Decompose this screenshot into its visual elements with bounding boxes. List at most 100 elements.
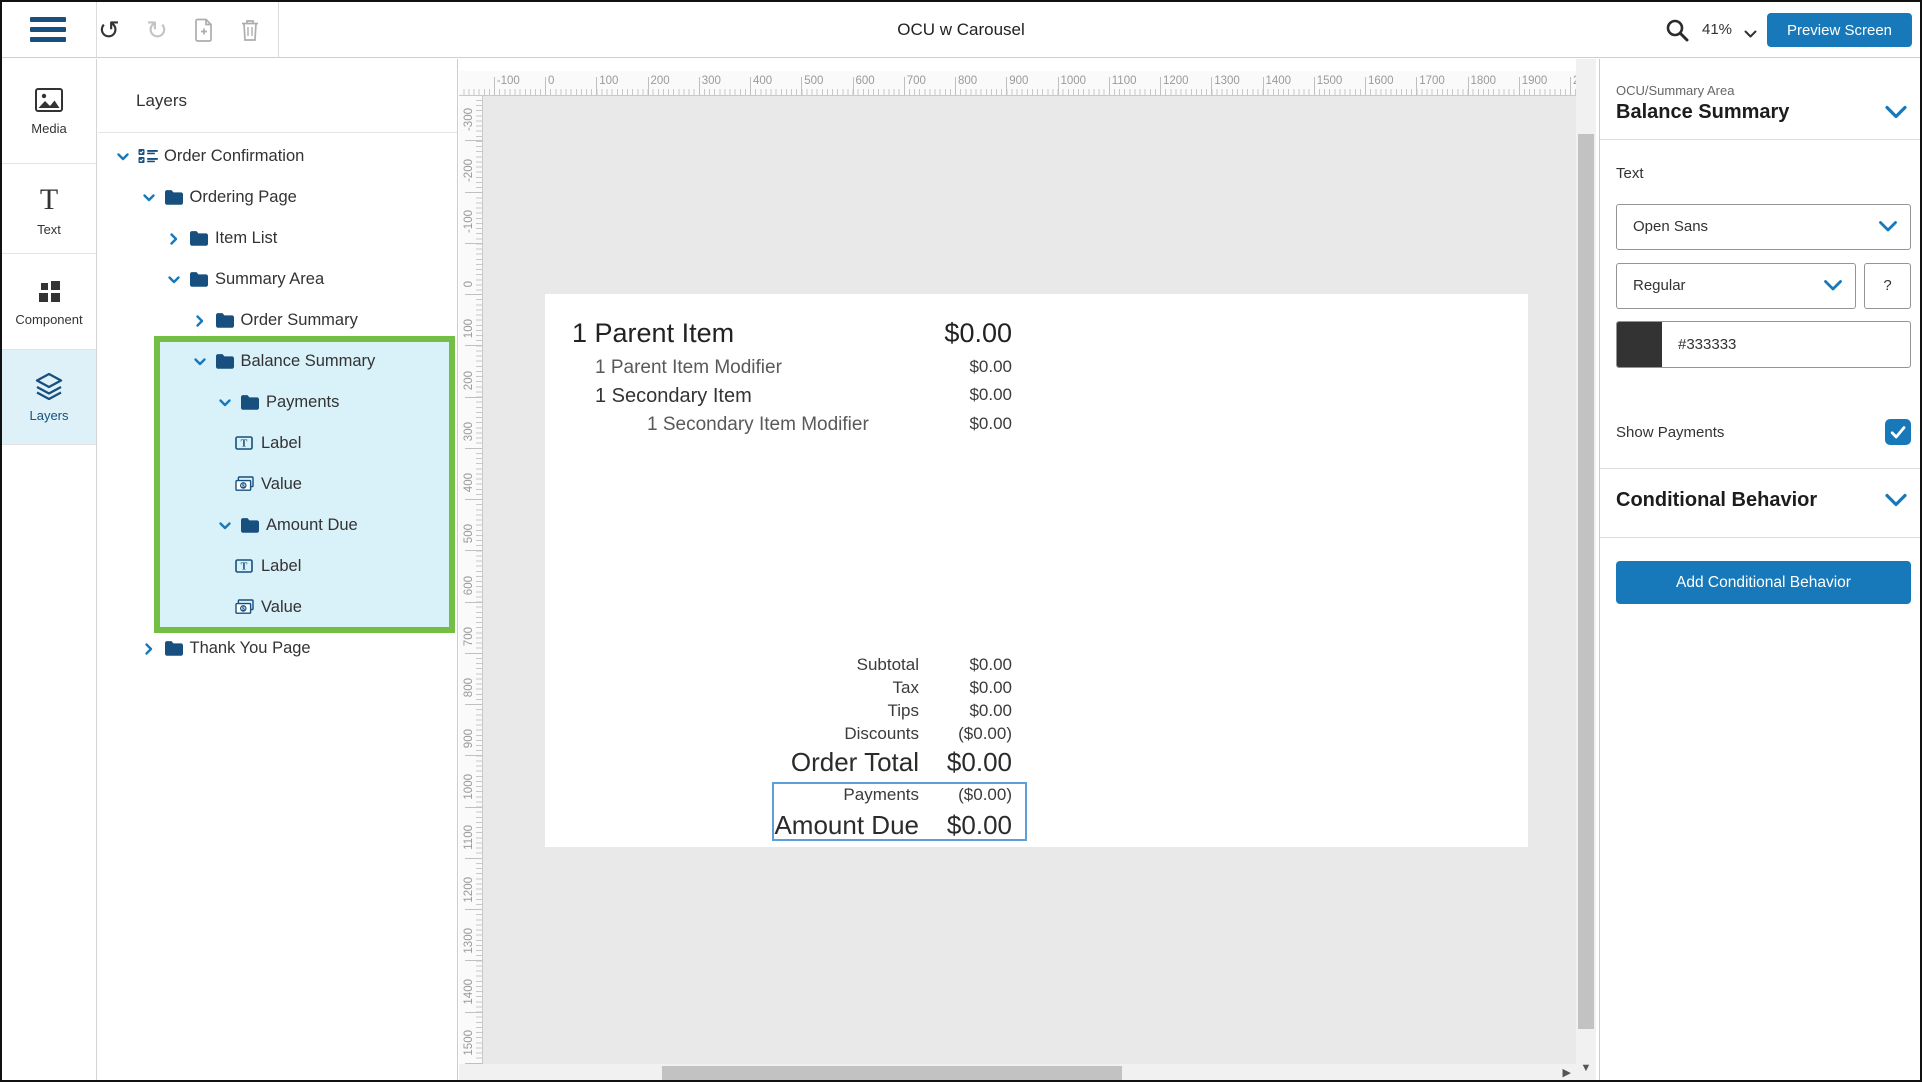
ruler-label: 200 [651, 75, 670, 87]
divider [1600, 139, 1922, 140]
ruler-label: 400 [753, 75, 772, 87]
property-inspector: OCU/Summary Area Balance Summary Text Op… [1599, 59, 1922, 1082]
layer-row-thank-you-page[interactable]: Thank You Page [98, 628, 457, 669]
ruler-label: 0 [463, 281, 475, 287]
chevron-down-icon[interactable] [193, 355, 207, 369]
ruler-label: 1800 [1471, 75, 1497, 87]
scroll-down-arrow-icon[interactable]: ▼ [1576, 1062, 1596, 1074]
layer-row-value[interactable]: $Value [98, 587, 457, 628]
total-value: $0.00 [969, 701, 1012, 721]
layer-row-order-summary[interactable]: Order Summary [98, 300, 457, 341]
ruler-label: 1200 [1163, 75, 1189, 87]
sidebar-item-component[interactable]: Component [2, 254, 96, 350]
layer-row-item-list[interactable]: Item List [98, 218, 457, 259]
canvas-viewport[interactable]: 1 Parent Item$0.001 Parent Item Modifier… [483, 96, 1576, 1064]
sidebar-item-media[interactable]: Media [2, 59, 96, 164]
vertical-scrollbar[interactable]: ▼ [1576, 59, 1596, 1082]
inspector-title: Balance Summary [1616, 101, 1789, 124]
order-item-text: 1 Parent Item Modifier [595, 357, 782, 379]
ruler-label: 600 [856, 75, 875, 87]
ruler-tick [465, 140, 482, 141]
balance-label: Amount Due [774, 810, 919, 841]
show-payments-checkbox[interactable] [1885, 419, 1911, 445]
font-help-button[interactable]: ? [1864, 263, 1911, 309]
ruler-tick [465, 755, 482, 756]
color-swatch[interactable] [1617, 322, 1662, 367]
ruler-label: 1300 [463, 928, 475, 954]
zoom-level[interactable]: 41% [1702, 2, 1732, 57]
chevron-down-icon[interactable] [116, 150, 130, 164]
layer-row-label[interactable]: TLabel [98, 546, 457, 587]
sidebar-item-text[interactable]: T Text [2, 164, 96, 254]
screen-icon [138, 148, 158, 166]
font-weight-select[interactable]: Regular [1616, 263, 1856, 309]
layer-row-ordering-page[interactable]: Ordering Page [98, 177, 457, 218]
folder-icon [215, 353, 235, 371]
folder-icon [215, 312, 235, 330]
ruler-tick [465, 448, 482, 449]
layer-row-label[interactable]: TLabel [98, 423, 457, 464]
sidebar-item-layers[interactable]: Layers [2, 350, 96, 445]
artboard[interactable]: 1 Parent Item$0.001 Parent Item Modifier… [545, 294, 1528, 847]
horizontal-scrollbar-thumb[interactable] [662, 1066, 1122, 1080]
add-conditional-behavior-button[interactable]: Add Conditional Behavior [1616, 561, 1911, 604]
font-weight-value: Regular [1633, 264, 1686, 308]
new-page-button[interactable] [190, 16, 218, 44]
chevron-down-icon[interactable] [142, 191, 156, 205]
label-icon: T [235, 435, 255, 453]
zoom-search-button[interactable] [1664, 17, 1690, 48]
redo-button[interactable]: ↻ [143, 16, 171, 44]
value-icon: $ [235, 476, 255, 494]
ruler-minor-ticks [476, 96, 482, 1064]
chevron-right-icon[interactable] [193, 314, 207, 328]
balance-value: ($0.00) [958, 785, 1012, 805]
preview-screen-button[interactable]: Preview Screen [1767, 13, 1912, 47]
ruler-tick [750, 77, 751, 95]
layer-row-payments[interactable]: Payments [98, 382, 457, 423]
undo-button[interactable]: ↺ [95, 16, 123, 44]
delete-button[interactable] [236, 16, 264, 44]
layer-row-summary-area[interactable]: Summary Area [98, 259, 457, 300]
scroll-right-arrow-icon[interactable]: ▶ [1563, 1064, 1571, 1082]
chevron-down-icon[interactable] [218, 396, 232, 410]
font-family-select[interactable]: Open Sans [1616, 204, 1911, 250]
ruler-label: 100 [599, 75, 618, 87]
order-item-value: $0.00 [969, 385, 1012, 405]
ruler-tick [465, 960, 482, 961]
chevron-right-icon[interactable] [142, 642, 156, 656]
layer-row-amount-due[interactable]: Amount Due [98, 505, 457, 546]
total-value: $0.00 [969, 655, 1012, 675]
ruler-tick [1365, 77, 1366, 95]
ruler-tick [1211, 77, 1212, 95]
chevron-right-icon[interactable] [167, 232, 181, 246]
layer-row-balance-summary[interactable]: Balance Summary [98, 341, 457, 382]
total-label: Subtotal [857, 655, 919, 675]
collapse-section-chevron-icon[interactable] [1884, 105, 1908, 126]
collapse-section-chevron-icon[interactable] [1884, 493, 1908, 514]
ruler-label: 700 [907, 75, 926, 87]
layer-row-order-confirmation[interactable]: Order Confirmation [98, 136, 457, 177]
vertical-scrollbar-thumb[interactable] [1578, 134, 1594, 1029]
ruler-label: 300 [463, 422, 475, 441]
ruler-tick [465, 345, 482, 346]
ruler-label: -300 [463, 108, 475, 131]
text-color-field[interactable]: #333333 [1616, 321, 1911, 368]
ruler-label: -200 [463, 159, 475, 182]
total-row-tax: Tax$0.00 [545, 678, 1528, 701]
ruler-label: 1900 [1522, 75, 1548, 87]
ruler-label: 800 [463, 678, 475, 697]
chevron-down-icon[interactable] [218, 519, 232, 533]
folder-icon [240, 394, 260, 412]
order-item-row: 1 Parent Item Modifier $0.00 [545, 357, 1528, 381]
hamburger-menu-icon[interactable] [30, 17, 66, 43]
ruler-label: 1000 [463, 774, 475, 800]
total-row-order-total: Order Total$0.00 [545, 747, 1528, 781]
chevron-down-icon[interactable] [167, 273, 181, 287]
zoom-chevron-down-icon[interactable] [1744, 26, 1757, 44]
order-item-value: $0.00 [969, 357, 1012, 377]
horizontal-scrollbar[interactable]: ▶ [459, 1064, 1576, 1082]
folder-icon [240, 517, 260, 535]
layer-row-value[interactable]: $Value [98, 464, 457, 505]
ruler-label: 500 [804, 75, 823, 87]
balance-row-amount-due: Amount Due$0.00 [545, 810, 1528, 842]
